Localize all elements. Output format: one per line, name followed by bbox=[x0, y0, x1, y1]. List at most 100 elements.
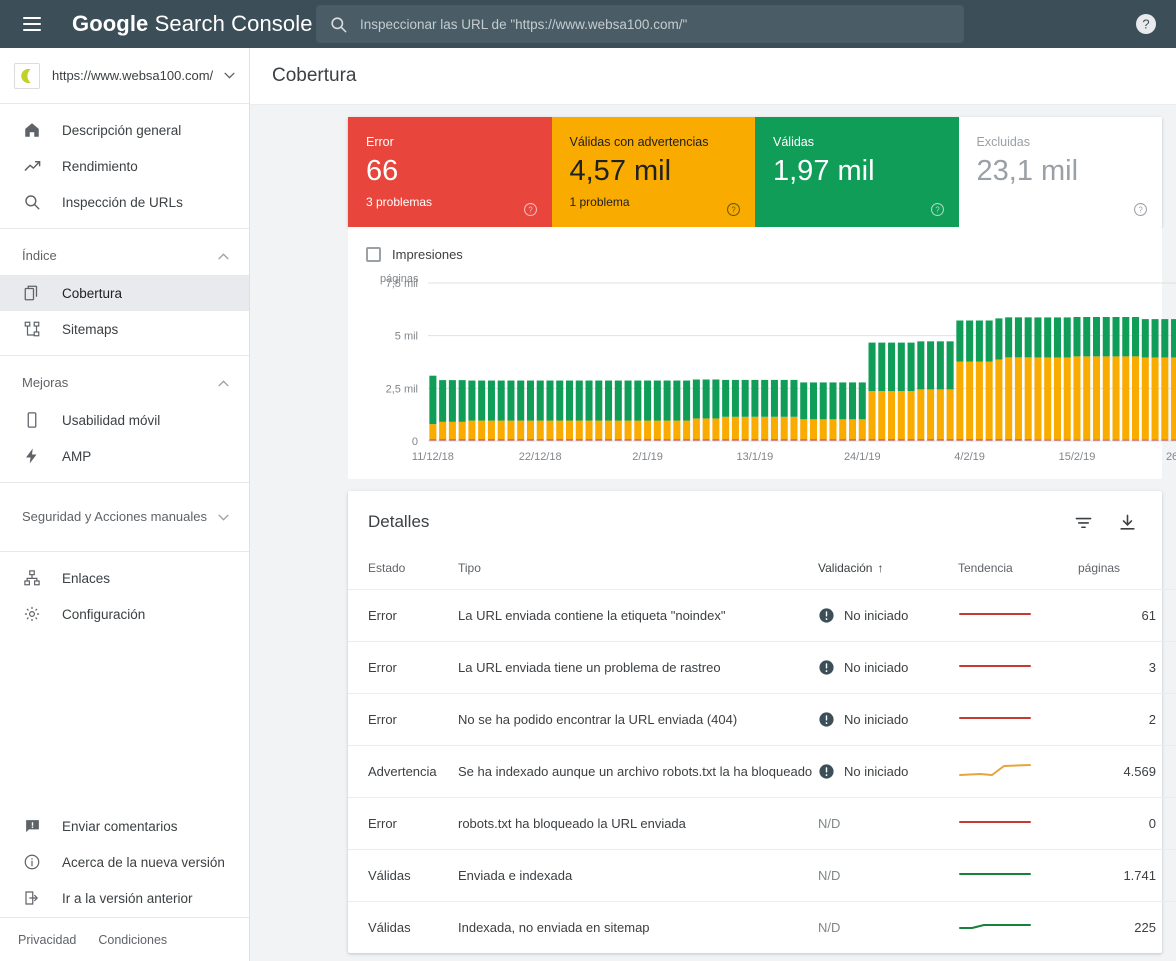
cell-estado: Error bbox=[348, 798, 458, 850]
help-icon[interactable]: ? bbox=[523, 202, 538, 217]
impressions-checkbox[interactable] bbox=[366, 247, 381, 262]
sidebar-item-overview[interactable]: Descripción general bbox=[0, 112, 249, 148]
impressions-toggle[interactable]: Impresiones bbox=[366, 241, 1144, 267]
status-card-label: Error bbox=[366, 135, 536, 150]
exit-icon bbox=[22, 888, 42, 908]
sidebar-item-amp[interactable]: AMP bbox=[0, 438, 249, 474]
app-brand: Google Search Console bbox=[72, 11, 313, 37]
help-icon[interactable]: ? bbox=[930, 202, 945, 217]
validation-status-cell: No iniciado bbox=[818, 763, 958, 780]
nav-group-bottom: Enviar comentarios Acerca de la nueva ve… bbox=[0, 808, 249, 916]
sidebar-section-label: Índice bbox=[22, 248, 213, 264]
table-row[interactable]: VálidasEnviada e indexadaN/D1.741 bbox=[348, 850, 1176, 902]
cell-tendencia bbox=[958, 850, 1078, 902]
sidebar: https://www.websa100.com/ Descripción ge… bbox=[0, 48, 250, 961]
validation-status-cell: No iniciado bbox=[818, 607, 958, 624]
cell-paginas: 1.741 bbox=[1078, 850, 1176, 902]
table-row[interactable]: AdvertenciaSe ha indexado aunque un arch… bbox=[348, 746, 1176, 798]
cell-tipo: Se ha indexado aunque un archivo robots.… bbox=[458, 746, 818, 798]
sidebar-item-label: Inspección de URLs bbox=[62, 195, 183, 210]
status-card-label: Válidas con advertencias bbox=[570, 135, 740, 150]
trend-sparkline bbox=[958, 864, 1032, 884]
sort-ascending-icon: ↑ bbox=[877, 561, 883, 575]
chevron-up-icon[interactable] bbox=[213, 246, 233, 266]
sidebar-item-about-new-version[interactable]: Acerca de la nueva versión bbox=[0, 844, 249, 880]
sidebar-section-index[interactable]: Índice bbox=[0, 237, 249, 275]
cell-validacion: N/D bbox=[818, 850, 958, 902]
column-header-estado[interactable]: Estado bbox=[348, 553, 458, 590]
cell-tipo: robots.txt ha bloqueado la URL enviada bbox=[458, 798, 818, 850]
filter-icon[interactable] bbox=[1070, 509, 1096, 535]
column-header-tendencia[interactable]: Tendencia bbox=[958, 553, 1078, 590]
sidebar-item-send-feedback[interactable]: Enviar comentarios bbox=[0, 808, 249, 844]
terms-link[interactable]: Condiciones bbox=[98, 933, 167, 947]
column-header-tipo[interactable]: Tipo bbox=[458, 553, 818, 590]
main-content: Cobertura Error663 problemas?Válidas con… bbox=[250, 48, 1176, 961]
hamburger-menu-icon[interactable] bbox=[8, 0, 56, 48]
search-input[interactable] bbox=[360, 6, 964, 42]
details-table-head: Estado Tipo Validación↑ Tendencia página… bbox=[348, 553, 1176, 590]
cell-tipo: La URL enviada contiene la etiqueta "noi… bbox=[458, 590, 818, 642]
nav-group-other: Enlaces Configuración bbox=[0, 552, 249, 640]
trend-sparkline bbox=[958, 760, 1032, 780]
sidebar-item-label: Acerca de la nueva versión bbox=[62, 855, 225, 870]
property-selector[interactable]: https://www.websa100.com/ bbox=[0, 48, 249, 104]
details-table-body: Error La URL enviada contiene la etiqueta… bbox=[348, 590, 1176, 954]
download-icon[interactable] bbox=[1114, 509, 1140, 535]
table-row[interactable]: ErrorNo se ha podido encontrar la URL en… bbox=[348, 694, 1176, 746]
table-row[interactable]: VálidasIndexada, no enviada en sitemapN/… bbox=[348, 902, 1176, 954]
page-header: Cobertura bbox=[250, 48, 1176, 105]
validation-status: N/D bbox=[818, 920, 840, 935]
svg-text:13/1/19: 13/1/19 bbox=[737, 451, 774, 463]
help-icon[interactable]: ? bbox=[726, 202, 741, 217]
chevron-up-icon[interactable] bbox=[213, 373, 233, 393]
column-header-validacion[interactable]: Validación↑ bbox=[818, 553, 958, 590]
status-card-vlidas[interactable]: Válidas1,97 mil? bbox=[755, 117, 959, 227]
privacy-link[interactable]: Privacidad bbox=[18, 933, 76, 947]
sidebar-item-links[interactable]: Enlaces bbox=[0, 560, 249, 596]
table-row[interactable]: ErrorLa URL enviada tiene un problema de… bbox=[348, 642, 1176, 694]
svg-text:22/12/18: 22/12/18 bbox=[519, 451, 562, 463]
validation-status: N/D bbox=[818, 868, 840, 883]
brand-search-console: Search Console bbox=[148, 11, 312, 36]
column-header-paginas[interactable]: páginas bbox=[1078, 553, 1176, 590]
sidebar-item-go-previous-version[interactable]: Ir a la versión anterior bbox=[0, 880, 249, 916]
coverage-chart: 02,5 mil5 mil7,5 milpáginas11/12/1822/12… bbox=[366, 271, 1144, 471]
status-card-value: 1,97 mil bbox=[773, 156, 943, 188]
svg-text:15/2/19: 15/2/19 bbox=[1059, 451, 1096, 463]
url-inspection-search-box[interactable] bbox=[316, 5, 964, 43]
help-icon[interactable]: ? bbox=[1134, 12, 1158, 36]
sidebar-item-url-inspection[interactable]: Inspección de URLs bbox=[0, 184, 249, 220]
details-title: Detalles bbox=[368, 512, 1052, 532]
details-table: Estado Tipo Validación↑ Tendencia página… bbox=[348, 553, 1176, 953]
sidebar-section-security[interactable]: Seguridad y Acciones manuales bbox=[0, 491, 249, 543]
table-header-row: Estado Tipo Validación↑ Tendencia página… bbox=[348, 553, 1176, 590]
sidebar-section-improvements[interactable]: Mejoras bbox=[0, 364, 249, 402]
status-card-error[interactable]: Error663 problemas? bbox=[348, 117, 552, 227]
validation-status: No iniciado bbox=[844, 608, 908, 623]
sitemap-icon bbox=[22, 319, 42, 339]
svg-text:?: ? bbox=[935, 205, 940, 214]
chevron-down-icon[interactable] bbox=[219, 66, 239, 86]
cell-paginas: 61 bbox=[1078, 590, 1176, 642]
top-app-bar: Google Search Console ? bbox=[0, 0, 1176, 48]
cell-tendencia bbox=[958, 902, 1078, 954]
help-icon[interactable]: ? bbox=[1133, 202, 1148, 217]
table-row[interactable]: ErrorLa URL enviada contiene la etiqueta… bbox=[348, 590, 1176, 642]
sidebar-item-sitemaps[interactable]: Sitemaps bbox=[0, 311, 249, 347]
validation-status: N/D bbox=[818, 816, 840, 831]
cell-validacion: N/D bbox=[818, 798, 958, 850]
table-row[interactable]: Errorrobots.txt ha bloqueado la URL envi… bbox=[348, 798, 1176, 850]
status-card-vlidas[interactable]: Válidas con advertencias4,57 mil1 proble… bbox=[552, 117, 756, 227]
sidebar-item-mobile-usability[interactable]: Usabilidad móvil bbox=[0, 402, 249, 438]
svg-text:?: ? bbox=[731, 205, 736, 214]
chevron-down-icon[interactable] bbox=[213, 507, 233, 527]
sidebar-item-settings[interactable]: Configuración bbox=[0, 596, 249, 632]
cell-paginas: 0 bbox=[1078, 798, 1176, 850]
status-card-excluidas[interactable]: Excluidas23,1 mil? bbox=[959, 117, 1163, 227]
details-card: Detalles Estado Tipo bbox=[348, 491, 1162, 953]
sidebar-item-performance[interactable]: Rendimiento bbox=[0, 148, 249, 184]
sidebar-item-coverage[interactable]: Cobertura bbox=[0, 275, 249, 311]
cell-tendencia bbox=[958, 746, 1078, 798]
status-card-row: Error663 problemas?Válidas con advertenc… bbox=[348, 117, 1162, 227]
